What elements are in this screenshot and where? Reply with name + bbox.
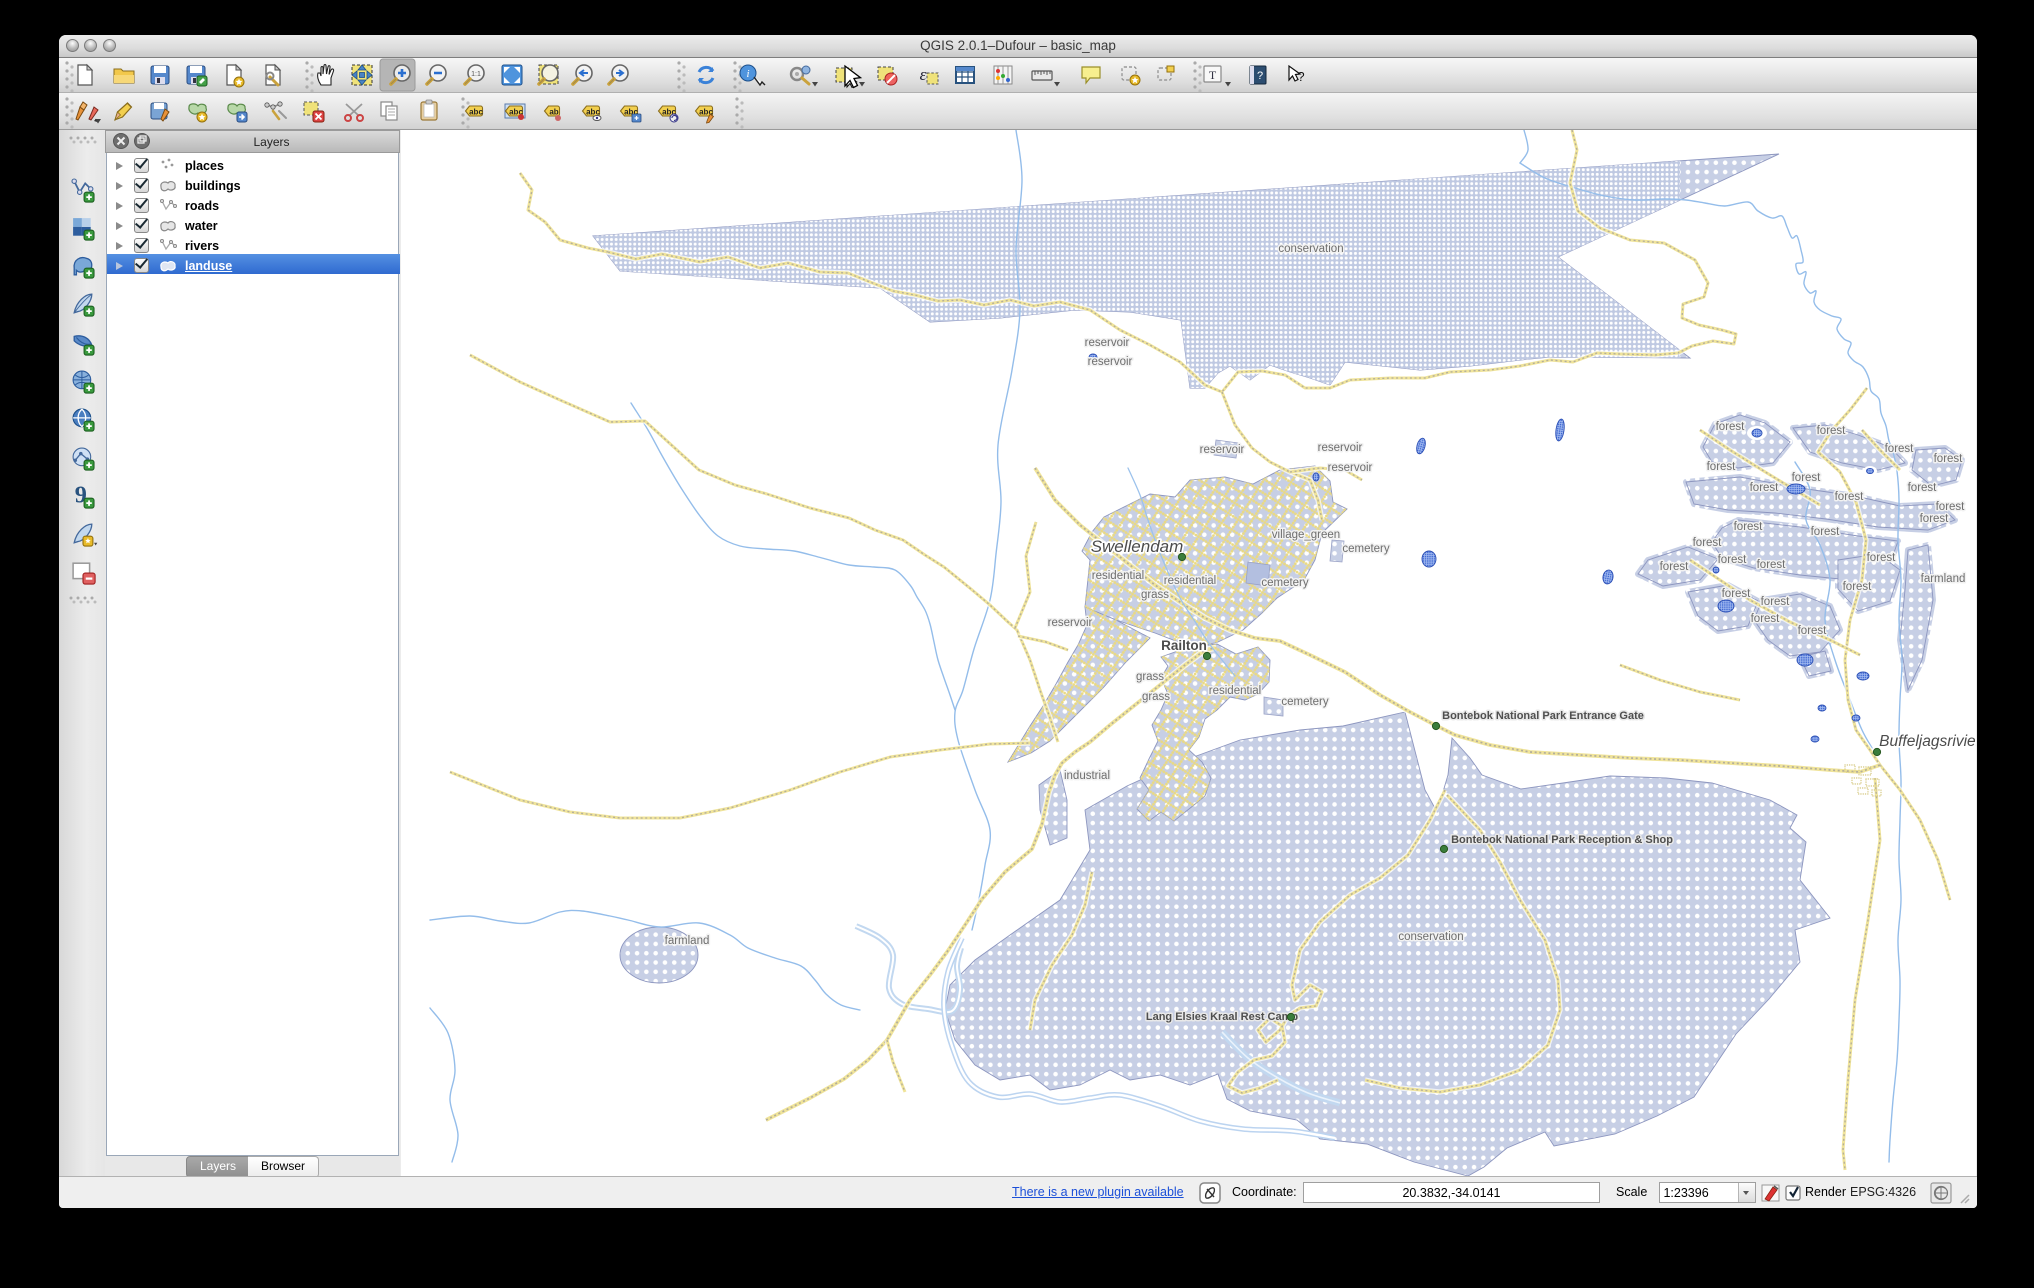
svg-text:abc: abc [469, 108, 483, 117]
svg-text:Swellendam: Swellendam [1091, 537, 1184, 556]
svg-text:farmland: farmland [1921, 573, 1966, 585]
svg-text:village_green: village_green [1272, 529, 1340, 541]
svg-text:forest: forest [1835, 491, 1865, 503]
svg-text:forest: forest [1798, 625, 1828, 637]
svg-text:reservoir: reservoir [1200, 444, 1245, 456]
svg-text:forest: forest [1908, 482, 1938, 494]
svg-text:forest: forest [1718, 554, 1748, 566]
svg-text:cemetery: cemetery [1342, 543, 1390, 555]
svg-text:forest: forest [1792, 472, 1822, 484]
svg-text:residential: residential [1092, 570, 1144, 582]
svg-text:farmland: farmland [665, 935, 710, 947]
svg-text:Buffeljagsrivier: Buffeljagsrivier [1879, 733, 1976, 750]
svg-text:reservoir: reservoir [1318, 442, 1363, 454]
svg-text:forest: forest [1722, 588, 1752, 600]
svg-text:Bontebok National Park Recepti: Bontebok National Park Reception & Shop [1451, 834, 1673, 846]
svg-text:forest: forest [1843, 581, 1873, 593]
svg-text:forest: forest [1660, 561, 1690, 573]
svg-text:forest: forest [1734, 521, 1764, 533]
svg-text:forest: forest [1761, 596, 1791, 608]
svg-text:industrial: industrial [1064, 770, 1110, 782]
svg-text:reservoir: reservoir [1085, 337, 1130, 349]
svg-text:forest: forest [1811, 526, 1841, 538]
svg-text:grass: grass [1142, 691, 1170, 703]
svg-text:forest: forest [1707, 461, 1737, 473]
svg-text:forest: forest [1757, 559, 1787, 571]
svg-text:forest: forest [1693, 537, 1723, 549]
svg-text:residential: residential [1164, 575, 1216, 587]
svg-text:i: i [746, 68, 749, 80]
svg-text:reservoir: reservoir [1088, 356, 1133, 368]
svg-text:forest: forest [1936, 501, 1966, 513]
svg-text:ε: ε [920, 65, 927, 84]
svg-text:forest: forest [1885, 443, 1915, 455]
svg-text:forest: forest [1750, 482, 1780, 494]
svg-text:reservoir: reservoir [1328, 462, 1373, 474]
svg-text:forest: forest [1934, 453, 1964, 465]
svg-text:?: ? [1297, 69, 1304, 84]
svg-text:?: ? [1257, 70, 1263, 82]
svg-text:Bontebok National Park Entranc: Bontebok National Park Entrance Gate [1442, 710, 1644, 722]
svg-text:reservoir: reservoir [1048, 617, 1093, 629]
svg-text:cemetery: cemetery [1261, 577, 1309, 589]
svg-text:1:1: 1:1 [471, 71, 481, 78]
svg-text:conservation: conservation [1278, 243, 1343, 255]
svg-text:forest: forest [1817, 425, 1847, 437]
svg-text:grass: grass [1141, 589, 1169, 601]
svg-text:forest: forest [1867, 552, 1897, 564]
svg-text:cemetery: cemetery [1281, 696, 1329, 708]
svg-text:Railton: Railton [1161, 638, 1207, 653]
svg-text:forest: forest [1716, 421, 1746, 433]
svg-text:forest: forest [1751, 613, 1781, 625]
svg-text:conservation: conservation [1398, 931, 1463, 943]
svg-text:T: T [1209, 68, 1217, 82]
svg-text:forest: forest [1920, 513, 1950, 525]
svg-text:grass: grass [1136, 671, 1164, 683]
svg-text:Lang Elsies Kraal Rest Camp: Lang Elsies Kraal Rest Camp [1146, 1011, 1299, 1023]
svg-text:residential: residential [1209, 685, 1261, 697]
